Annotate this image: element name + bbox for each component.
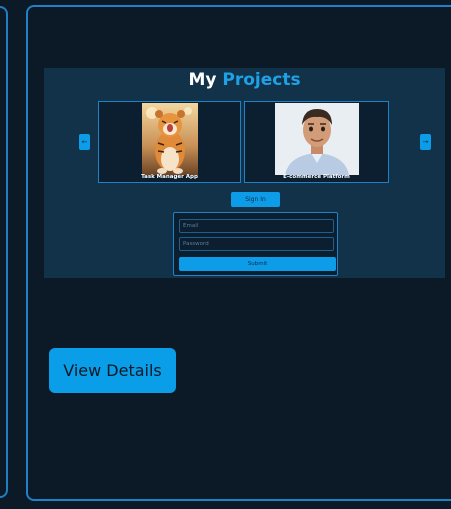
view-details-button[interactable]: View Details: [49, 348, 176, 393]
project-card[interactable]: E-commerce Platform: [244, 101, 389, 183]
section-title-accent: Projects: [222, 70, 301, 90]
arrow-right-icon: →: [422, 138, 429, 146]
projects-section: My Projects ← → Task Manager App E-comme…: [44, 68, 445, 278]
carousel-prev-button[interactable]: ←: [79, 134, 90, 150]
tiger-cub-image: [141, 103, 198, 175]
section-title-main: My: [188, 70, 217, 90]
email-field[interactable]: Email: [179, 219, 334, 233]
arrow-left-icon: ←: [81, 138, 88, 146]
submit-button[interactable]: Submit: [179, 257, 336, 271]
carousel-next-button[interactable]: →: [420, 134, 431, 150]
side-panel: [0, 6, 8, 498]
man-portrait-image: [274, 103, 359, 175]
section-title: My Projects: [44, 70, 445, 90]
sign-in-button[interactable]: Sign In: [231, 192, 280, 207]
password-field[interactable]: Password: [179, 237, 334, 251]
project-card-caption: E-commerce Platform: [283, 174, 350, 180]
sign-in-form: Email Password Submit: [173, 212, 338, 276]
project-card-caption: Task Manager App: [141, 174, 198, 180]
project-card[interactable]: Task Manager App: [98, 101, 241, 183]
